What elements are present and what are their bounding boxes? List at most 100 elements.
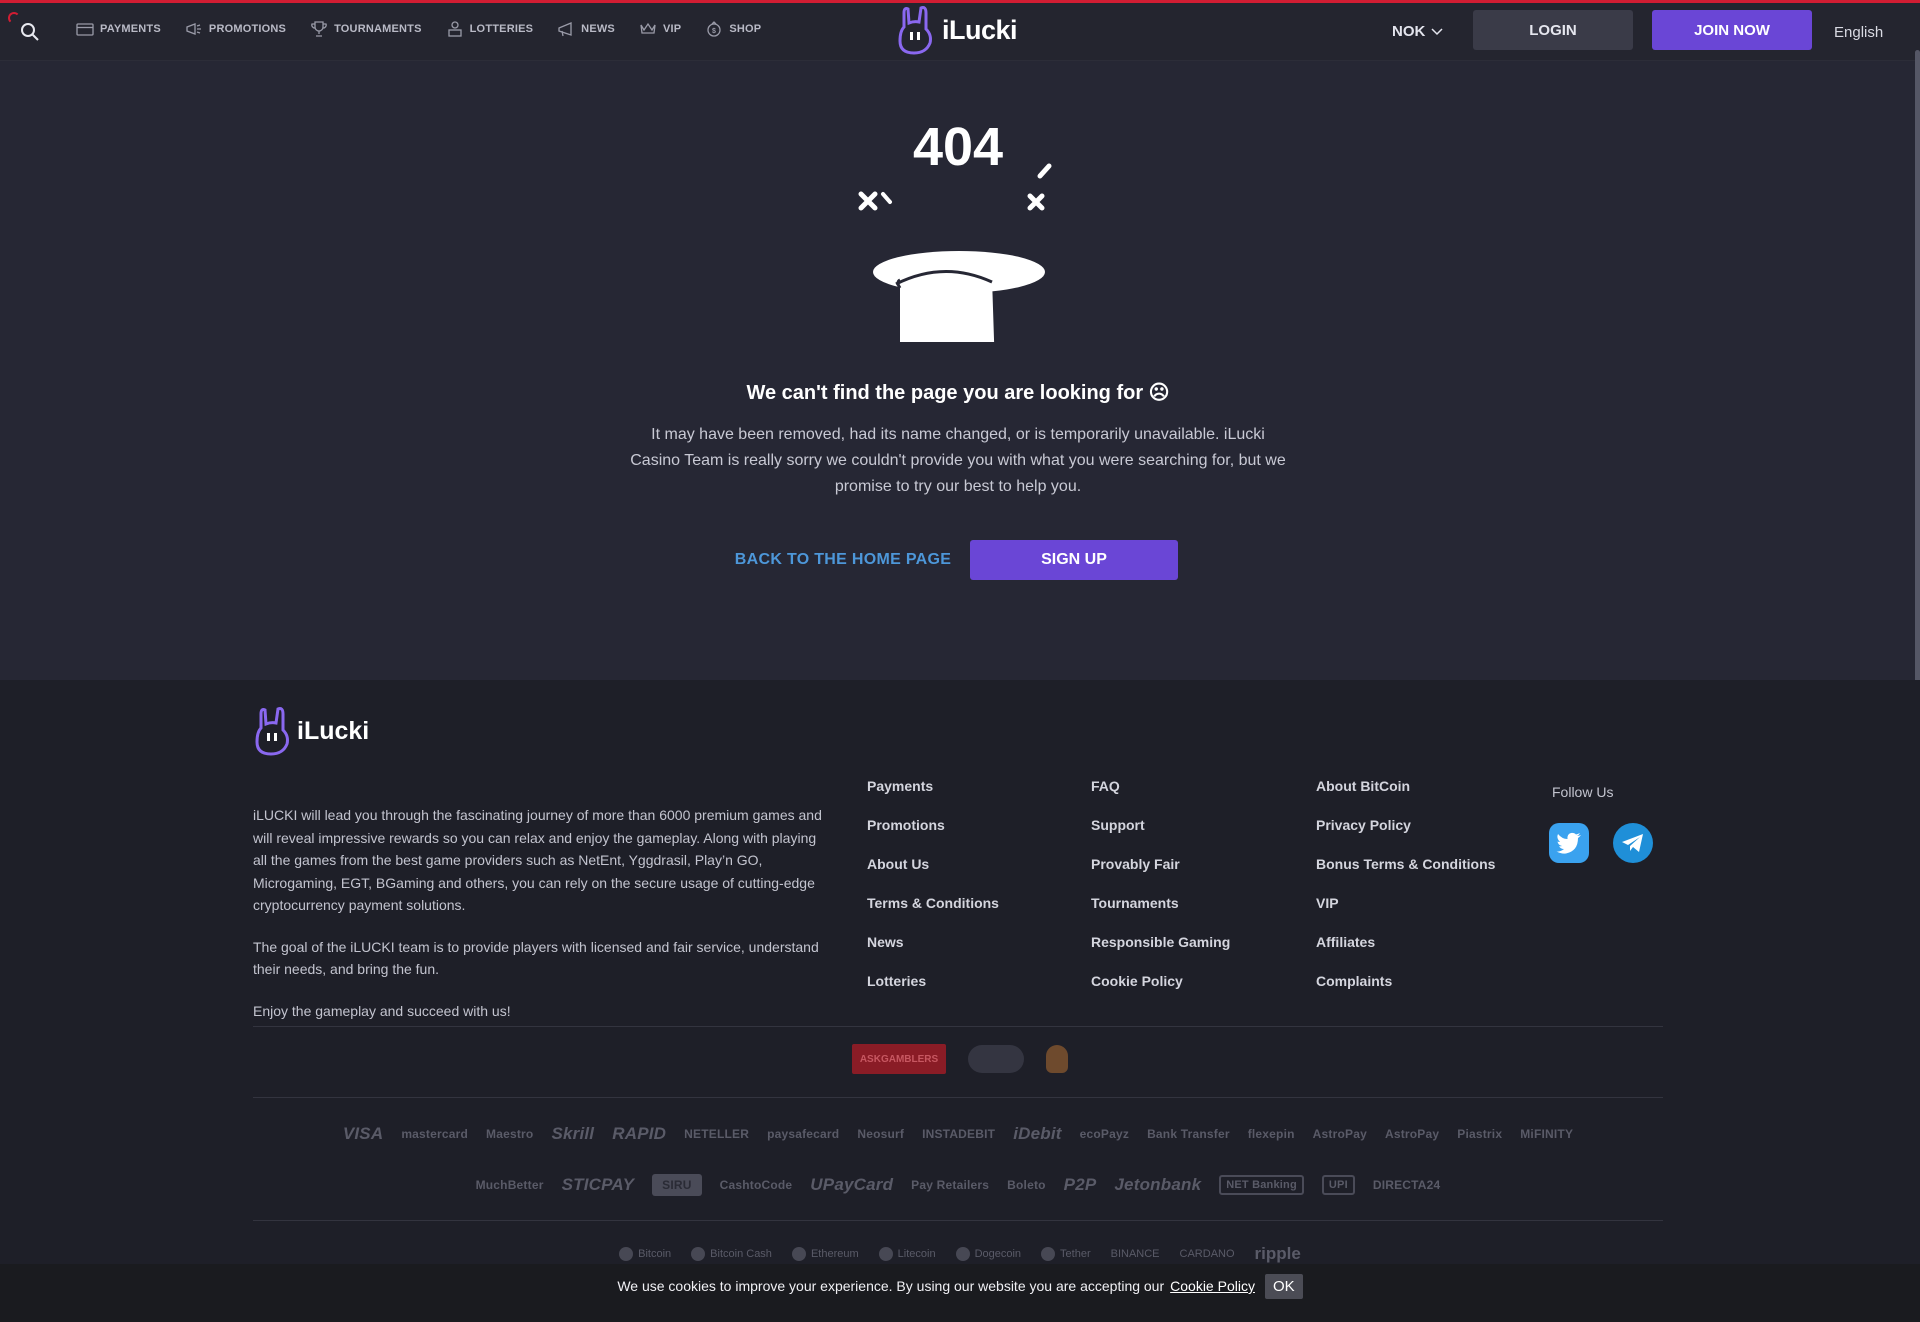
nav-payments-label: PAYMENTS xyxy=(100,23,161,35)
nav-tournaments-label: TOURNAMENTS xyxy=(334,23,422,35)
nav-vip[interactable]: VIP xyxy=(639,20,681,38)
footer-link[interactable]: FAQ xyxy=(1091,778,1230,797)
payment-logo: AstroPay xyxy=(1312,1127,1367,1141)
footer-link[interactable]: Tournaments xyxy=(1091,895,1230,914)
bunny-logo-icon xyxy=(898,6,932,55)
payment-logo: UPayCard xyxy=(810,1175,894,1194)
news-icon xyxy=(558,22,572,37)
telegram-icon[interactable] xyxy=(1613,823,1653,863)
crypto-label: Litecoin xyxy=(897,1248,936,1260)
footer-col-1: Payments Promotions About Us Terms & Con… xyxy=(867,778,999,1012)
footer-link[interactable]: VIP xyxy=(1316,895,1495,914)
error-title: We can't find the page you are looking f… xyxy=(746,382,1170,404)
askgamblers-badge[interactable]: ASKGAMBLERS xyxy=(852,1044,946,1074)
cookie-content: We use cookies to improve your experienc… xyxy=(617,1273,1303,1299)
about-paragraph: The goal of the iLUCKI team is to provid… xyxy=(253,938,819,978)
nav-promotions-label: PROMOTIONS xyxy=(208,23,287,35)
currency-select[interactable]: NOK xyxy=(1392,23,1443,40)
crypto-logo: Bitcoin xyxy=(619,1247,671,1261)
footer-link[interactable]: Bonus Terms & Conditions xyxy=(1316,856,1495,875)
footer-link[interactable]: Complaints xyxy=(1316,973,1495,992)
trophy-icon xyxy=(311,21,327,37)
error-message: It may have been removed, had its name c… xyxy=(630,426,1286,495)
dogecoin-icon xyxy=(955,1247,970,1261)
shop-icon: $ xyxy=(707,21,721,37)
crypto-logo: Ethereum xyxy=(791,1247,859,1261)
payment-logo: P2P xyxy=(1063,1175,1097,1194)
footer-logo[interactable]: iLucki xyxy=(253,706,369,756)
nav-news-label: NEWS xyxy=(581,23,615,35)
footer-link[interactable]: Terms & Conditions xyxy=(867,895,999,914)
payment-methods-row-2: MuchBetter STICPAY SIRU CashtoCode UPayC… xyxy=(253,1174,1663,1196)
footer-link[interactable]: Affiliates xyxy=(1316,934,1495,953)
cookie-text: We use cookies to improve your experienc… xyxy=(617,1278,1165,1294)
cookie-ok-button[interactable]: OK xyxy=(1264,1273,1303,1299)
footer-link[interactable]: Responsible Gaming xyxy=(1091,934,1230,953)
login-button[interactable]: LOGIN xyxy=(1473,10,1633,50)
litecoin-icon xyxy=(878,1247,893,1261)
currency-value: NOK xyxy=(1392,23,1426,40)
payment-logo: Pay Retailers xyxy=(911,1178,990,1192)
footer-divider xyxy=(253,1220,1663,1221)
payment-logo: Maestro xyxy=(486,1127,534,1141)
crypto-logo: BINANCE xyxy=(1111,1248,1160,1260)
footer-link[interactable]: Promotions xyxy=(867,817,999,836)
crypto-label: CARDANO xyxy=(1179,1248,1235,1260)
cookie-policy-link[interactable]: Cookie Policy xyxy=(1170,1278,1255,1294)
nav-lotteries-label: LOTTERIES xyxy=(469,23,534,35)
crypto-logo: Litecoin xyxy=(878,1247,936,1261)
crypto-label: Bitcoin xyxy=(638,1248,672,1260)
nav-lotteries[interactable]: LOTTERIES xyxy=(446,20,534,38)
crypto-label: Tether xyxy=(1060,1248,1091,1260)
sign-up-button[interactable]: SIGN UP xyxy=(970,540,1178,580)
crypto-logo: ripple xyxy=(1255,1244,1301,1264)
site-logo[interactable]: iLucki xyxy=(896,5,1018,55)
payment-logo: DIRECTA24 xyxy=(1372,1178,1441,1192)
payment-logo: MiFINITY xyxy=(1520,1127,1574,1141)
footer-divider xyxy=(253,1026,1663,1027)
nav-news[interactable]: NEWS xyxy=(557,20,615,38)
footer-link[interactable]: Privacy Policy xyxy=(1316,817,1495,836)
footer-link[interactable]: Lotteries xyxy=(867,973,999,992)
nav-tournaments[interactable]: TOURNAMENTS xyxy=(310,20,422,38)
footer-link[interactable]: About BitCoin xyxy=(1316,778,1495,797)
crypto-logo: Bitcoin Cash xyxy=(691,1247,772,1261)
crypto-label: Bitcoin Cash xyxy=(710,1248,772,1260)
footer-link[interactable]: Support xyxy=(1091,817,1230,836)
chevron-down-icon xyxy=(1431,27,1443,35)
payment-logo: VISA xyxy=(342,1124,384,1143)
join-now-button[interactable]: JOIN NOW xyxy=(1652,10,1812,50)
payment-logo: Boleto xyxy=(1007,1178,1046,1192)
follow-us-label: Follow Us xyxy=(1552,784,1614,800)
about-paragraph: iLUCKI will lead you through the fascina… xyxy=(253,807,822,913)
footer-link[interactable]: Cookie Policy xyxy=(1091,973,1230,992)
crypto-label: ripple xyxy=(1254,1244,1301,1263)
footer-about: iLUCKI will lead you through the fascina… xyxy=(253,804,823,1041)
payment-logo: Skrill xyxy=(551,1124,595,1143)
bitcoin-icon xyxy=(619,1247,634,1261)
footer-col-3: About BitCoin Privacy Policy Bonus Terms… xyxy=(1316,778,1495,1012)
search-icon[interactable] xyxy=(18,20,42,44)
twitter-icon[interactable] xyxy=(1549,823,1589,863)
footer-col-2: FAQ Support Provably Fair Tournaments Re… xyxy=(1091,778,1230,1012)
back-home-link[interactable]: BACK TO THE HOME PAGE xyxy=(716,540,970,580)
certificate-badge[interactable] xyxy=(968,1045,1024,1073)
about-paragraph: Enjoy the gameplay and succeed with us! xyxy=(253,1002,511,1019)
card-icon xyxy=(76,23,94,36)
footer-link[interactable]: News xyxy=(867,934,999,953)
nav-shop[interactable]: $ SHOP xyxy=(705,20,761,38)
logo-text: iLucki xyxy=(942,14,1018,45)
nav-payments[interactable]: PAYMENTS xyxy=(76,20,161,38)
footer-link[interactable]: Payments xyxy=(867,778,999,797)
footer-link[interactable]: Provably Fair xyxy=(1091,856,1230,875)
payment-logo: RAPID xyxy=(612,1124,667,1143)
error-code: 404 xyxy=(912,117,1004,177)
language-select[interactable]: English xyxy=(1834,24,1883,41)
crown-icon xyxy=(640,22,656,34)
site-footer: iLucki iLUCKI will lead you through the … xyxy=(0,680,1920,1322)
nav-promotions[interactable]: PROMOTIONS xyxy=(185,20,286,38)
payment-logo: INSTADEBIT xyxy=(922,1127,996,1141)
crypto-logo: CARDANO xyxy=(1180,1248,1235,1260)
footer-link[interactable]: About Us xyxy=(867,856,999,875)
payment-logo: Piastrix xyxy=(1457,1127,1503,1141)
